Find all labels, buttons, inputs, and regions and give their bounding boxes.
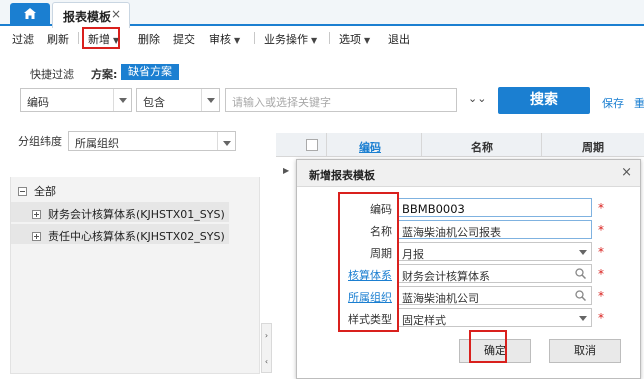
business-ops-menu[interactable]: 业务操作 ▼ — [264, 31, 317, 47]
tree-item-label: 责任中心核算体系(KJHSTX02_SYS) — [48, 230, 225, 243]
refresh-button[interactable]: 刷新 — [47, 31, 69, 47]
accounting-system-field[interactable]: 财务会计核算体系 — [397, 264, 592, 283]
column-header-name[interactable]: 名称 — [471, 139, 493, 155]
toolbar-divider — [254, 32, 255, 44]
keyword-input[interactable]: 请输入或选择关键字 — [225, 88, 457, 112]
tree-item-root[interactable]: 全部 — [18, 183, 56, 199]
business-ops-label: 业务操作 — [264, 33, 308, 46]
chevron-right-icon[interactable]: › — [262, 330, 271, 342]
group-tree-header — [10, 153, 260, 177]
options-menu[interactable]: 选项 ▼ — [339, 31, 370, 47]
required-mark: * — [598, 311, 604, 325]
panel-splitter[interactable]: › ‹ — [261, 323, 272, 373]
chevron-down-icon: ▼ — [234, 36, 241, 45]
tree-item[interactable]: 财务会计核算体系(KJHSTX01_SYS) — [32, 206, 225, 222]
tree-item-label: 财务会计核算体系(KJHSTX01_SYS) — [48, 208, 225, 221]
close-icon[interactable]: × — [111, 7, 121, 21]
tree-root-label: 全部 — [34, 185, 56, 198]
scheme-label: 方案: — [91, 68, 118, 81]
style-type-value: 固定样式 — [402, 314, 446, 327]
home-icon — [24, 8, 36, 19]
search-icon[interactable] — [575, 268, 586, 279]
row-indicator-icon: ▶ — [283, 166, 290, 175]
chevron-down-icon[interactable] — [575, 309, 591, 326]
search-button[interactable]: 搜索 — [498, 87, 590, 114]
filter-field-value: 编码 — [27, 96, 49, 109]
organization-value: 蓝海柴油机公司 — [402, 292, 479, 305]
tab-label: 报表模板 — [63, 10, 112, 24]
code-field[interactable]: BBMB0003 — [397, 198, 592, 217]
tab-bar: 报表模板 × — [0, 0, 644, 28]
save-scheme-link[interactable]: 保存 — [602, 95, 624, 111]
chevron-down-icon[interactable] — [113, 89, 131, 111]
audit-label: 审核 — [209, 33, 231, 46]
chevron-down-icon: ▼ — [364, 36, 371, 45]
toolbar-divider — [329, 32, 330, 44]
cancel-button[interactable]: 取消 — [549, 339, 621, 363]
dialog-title: 新增报表模板 — [309, 169, 375, 182]
new-report-template-dialog: 新增报表模板 × 编码 BBMB0003 * 名称 蓝海柴油机公司报表 * 周期… — [296, 159, 641, 379]
grid-header: 编码 名称 周期 — [276, 133, 644, 157]
expand-icon[interactable] — [32, 232, 41, 241]
filter-operator-value: 包含 — [143, 96, 165, 109]
column-divider — [326, 133, 327, 157]
style-type-select[interactable]: 固定样式 — [397, 308, 592, 327]
highlight-box-add — [82, 27, 120, 49]
toolbar-divider — [78, 32, 79, 44]
delete-button[interactable]: 删除 — [138, 31, 160, 47]
group-dimension-select[interactable]: 所属组织 — [68, 131, 236, 151]
organization-field[interactable]: 蓝海柴油机公司 — [397, 286, 592, 305]
name-value: 蓝海柴油机公司报表 — [402, 226, 501, 239]
submit-button[interactable]: 提交 — [173, 31, 195, 47]
collapse-icon[interactable] — [18, 187, 27, 196]
period-select[interactable]: 月报 — [397, 242, 592, 261]
code-value: BBMB0003 — [402, 202, 465, 216]
audit-menu[interactable]: 审核 ▼ — [209, 31, 240, 47]
close-icon[interactable]: × — [621, 165, 632, 180]
chevron-down-icon: ▼ — [311, 36, 318, 45]
accounting-system-value: 财务会计核算体系 — [402, 270, 490, 283]
select-all-checkbox[interactable] — [306, 139, 318, 151]
column-divider — [421, 133, 422, 157]
group-dimension-value: 所属组织 — [75, 137, 119, 150]
required-mark: * — [598, 245, 604, 259]
column-divider — [541, 133, 542, 157]
tree-item[interactable]: 责任中心核算体系(KJHSTX02_SYS) — [32, 228, 225, 244]
tab-home[interactable] — [10, 3, 50, 26]
highlight-box-labels — [338, 192, 399, 332]
filter-button[interactable]: 过滤 — [12, 31, 34, 47]
name-field[interactable]: 蓝海柴油机公司报表 — [397, 220, 592, 239]
required-mark: * — [598, 267, 604, 281]
filter-operator-select[interactable]: 包含 — [136, 88, 220, 112]
expand-icon[interactable] — [32, 210, 41, 219]
exit-button[interactable]: 退出 — [388, 31, 410, 47]
period-value: 月报 — [402, 248, 424, 261]
quick-filter-label: 快捷过滤 — [30, 68, 74, 81]
chevron-down-icon[interactable] — [217, 132, 235, 150]
dialog-header: 新增报表模板 × — [297, 160, 640, 187]
keyword-placeholder: 请输入或选择关键字 — [232, 96, 331, 109]
required-mark: * — [598, 223, 604, 237]
default-scheme-button[interactable]: 缺省方案 — [121, 64, 179, 80]
expand-double-chevron-icon[interactable]: ⌄⌄ — [468, 92, 486, 105]
required-mark: * — [598, 201, 604, 215]
column-header-period[interactable]: 周期 — [582, 139, 604, 155]
search-icon[interactable] — [575, 290, 586, 301]
highlight-box-confirm — [469, 330, 507, 363]
column-header-code[interactable]: 编码 — [359, 139, 381, 155]
options-label: 选项 — [339, 33, 361, 46]
chevron-left-icon[interactable]: ‹ — [262, 356, 271, 368]
required-mark: * — [598, 289, 604, 303]
reset-link[interactable]: 重 — [634, 95, 644, 111]
filter-field-select[interactable]: 编码 — [20, 88, 132, 112]
group-dimension-label: 分组纬度 — [18, 135, 62, 148]
tab-report-template[interactable]: 报表模板 × — [52, 2, 130, 28]
chevron-down-icon[interactable] — [575, 243, 591, 260]
chevron-down-icon[interactable] — [201, 89, 219, 111]
